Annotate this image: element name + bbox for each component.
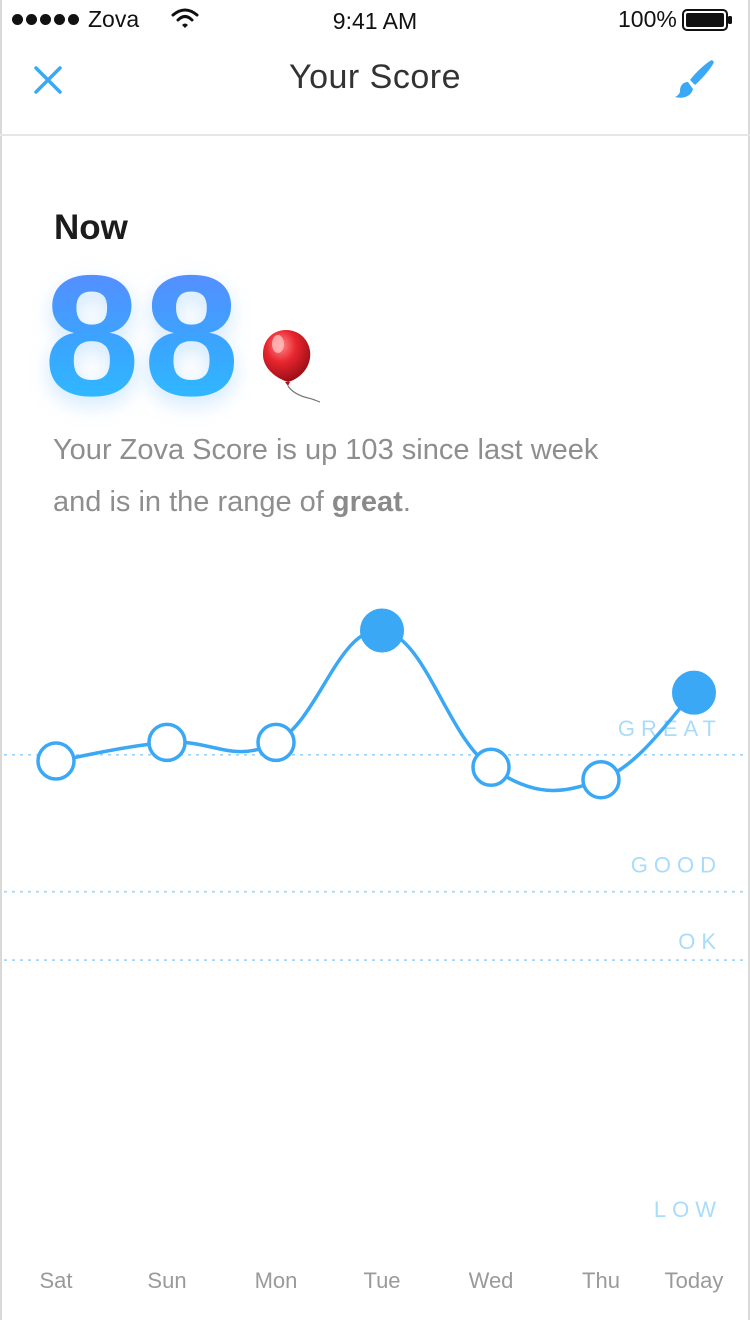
day-label-thu: Thu (582, 1268, 620, 1293)
data-point-tue (360, 608, 404, 653)
data-point-mon (256, 722, 296, 763)
data-point-today (672, 670, 716, 715)
data-point-thu (581, 759, 621, 800)
data-point-sun (147, 722, 187, 763)
day-label-mon: Mon (255, 1268, 298, 1293)
zone-label-low: LOW (654, 1197, 722, 1222)
data-point-sat (36, 741, 76, 781)
day-label-sun: Sun (147, 1268, 186, 1293)
screen: Zova 9:41 AM 100% Your Score Now 88 Your… (0, 0, 750, 1320)
zone-label-good: GOOD (631, 853, 722, 878)
day-label-wed: Wed (469, 1268, 514, 1293)
score-trend-chart: GREATGOODOKLOWSat Sun Mon Tue Wed Thu Today (4, 608, 746, 1293)
day-label-tue: Tue (363, 1268, 400, 1293)
zone-label-ok: OK (678, 929, 722, 954)
data-point-wed (471, 747, 511, 788)
day-label-today: Today (665, 1268, 724, 1293)
day-label-sat: Sat (39, 1268, 72, 1293)
